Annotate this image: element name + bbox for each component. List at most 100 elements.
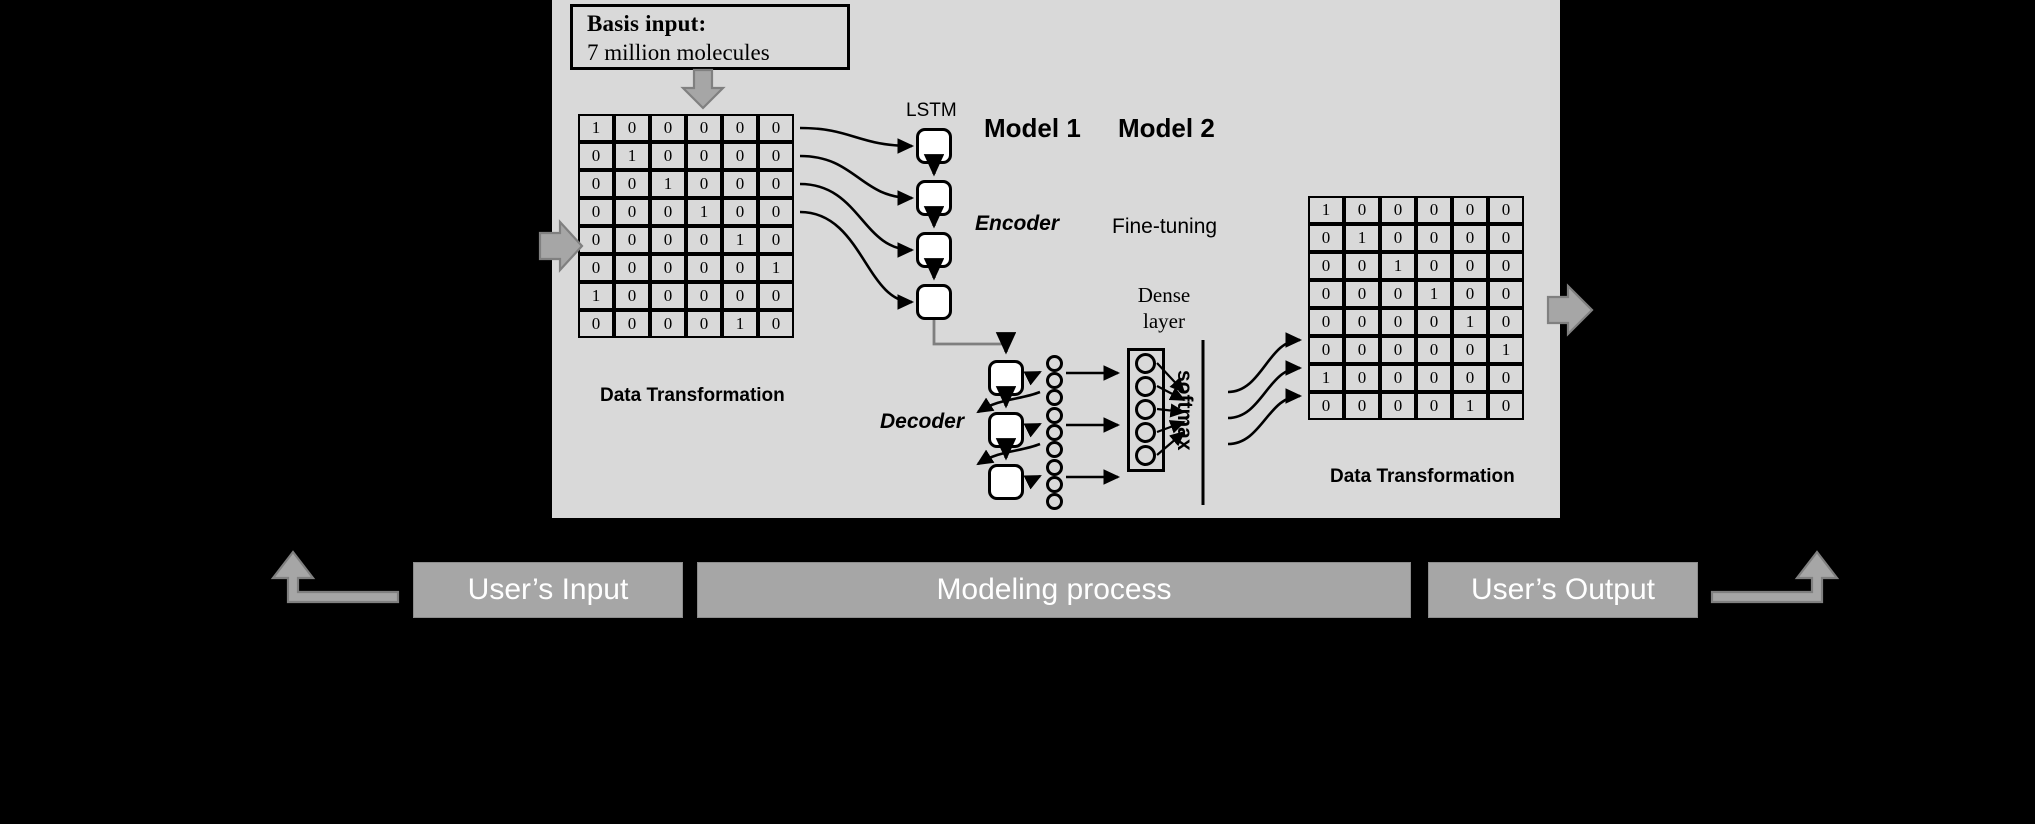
output-matrix-cell-r7-c5: 0 — [1452, 364, 1488, 392]
softmax-label: softmax — [1173, 370, 1196, 451]
input-matrix-cell-r5-c6: 0 — [758, 226, 794, 254]
input-matrix-cell-r4-c6: 0 — [758, 198, 794, 226]
input-matrix-cell-r5-c1: 0 — [578, 226, 614, 254]
users-output-label: User’s Output — [1471, 573, 1655, 606]
dense-node-3 — [1135, 399, 1156, 420]
encoder-lstm-cell-4 — [916, 284, 952, 320]
output-matrix-cell-r2-c2: 1 — [1344, 224, 1380, 252]
encoder-lstm-cell-2 — [916, 180, 952, 216]
output-matrix-cell-r7-c2: 0 — [1344, 364, 1380, 392]
output-matrix-cell-r8-c3: 0 — [1380, 392, 1416, 420]
dense-node-4 — [1135, 422, 1156, 443]
input-matrix-cell-r5-c4: 0 — [686, 226, 722, 254]
output-matrix-cell-r4-c2: 0 — [1344, 280, 1380, 308]
input-matrix-cell-r1-c1: 1 — [578, 114, 614, 142]
input-matrix-cell-r7-c1: 1 — [578, 282, 614, 310]
output-matrix-cell-r4-c3: 0 — [1380, 280, 1416, 308]
input-matrix-cell-r1-c2: 0 — [614, 114, 650, 142]
output-matrix-cell-r5-c1: 0 — [1308, 308, 1344, 336]
input-matrix-cell-r8-c1: 0 — [578, 310, 614, 338]
output-matrix-cell-r5-c3: 0 — [1380, 308, 1416, 336]
dense-label-line1: Dense — [1137, 283, 1191, 307]
output-matrix-cell-r4-c4: 1 — [1416, 280, 1452, 308]
output-matrix-cell-r3-c3: 1 — [1380, 252, 1416, 280]
input-matrix-cell-r2-c4: 0 — [686, 142, 722, 170]
input-matrix-cell-r2-c5: 0 — [722, 142, 758, 170]
input-matrix-cell-r5-c3: 0 — [650, 226, 686, 254]
output-matrix-cell-r3-c4: 0 — [1416, 252, 1452, 280]
dense-label-line2: layer — [1143, 309, 1185, 333]
input-matrix-cell-r8-c3: 0 — [650, 310, 686, 338]
users-input-bar[interactable]: User’s Input — [413, 562, 683, 618]
output-matrix-cell-r2-c4: 0 — [1416, 224, 1452, 252]
encoder-lstm-cell-3 — [916, 232, 952, 268]
output-matrix-cell-r2-c3: 0 — [1380, 224, 1416, 252]
basis-input-title: Basis input: — [587, 11, 707, 36]
input-matrix-cell-r7-c4: 0 — [686, 282, 722, 310]
input-matrix-cell-r7-c3: 0 — [650, 282, 686, 310]
input-matrix-cell-r8-c2: 0 — [614, 310, 650, 338]
decoder-output-node-2b — [1046, 424, 1063, 441]
return-right-elbow-arrow-up-icon — [1710, 550, 1840, 604]
output-matrix-cell-r6-c6: 1 — [1488, 336, 1524, 364]
lstm-label: LSTM — [906, 100, 957, 121]
input-matrix-cell-r3-c1: 0 — [578, 170, 614, 198]
output-matrix-cell-r1-c3: 0 — [1380, 196, 1416, 224]
decoder-output-node-3b — [1046, 476, 1063, 493]
output-matrix-cell-r7-c1: 1 — [1308, 364, 1344, 392]
basis-input-subtitle: 7 million molecules — [587, 40, 770, 65]
output-matrix-cell-r3-c2: 0 — [1344, 252, 1380, 280]
output-matrix-cell-r3-c6: 0 — [1488, 252, 1524, 280]
decoder-output-node-1c — [1046, 389, 1063, 406]
model2-box — [0, 412, 130, 824]
output-matrix-cell-r3-c5: 0 — [1452, 252, 1488, 280]
output-matrix: 1000000100000010000001000000100000011000… — [1308, 196, 1524, 420]
input-matrix-cell-r7-c6: 0 — [758, 282, 794, 310]
modeling-process-bar[interactable]: Modeling process — [697, 562, 1411, 618]
output-matrix-cell-r3-c1: 0 — [1308, 252, 1344, 280]
output-matrix-cell-r1-c2: 0 — [1344, 196, 1380, 224]
output-matrix-cell-r8-c4: 0 — [1416, 392, 1452, 420]
input-matrix-cell-r4-c5: 0 — [722, 198, 758, 226]
input-matrix-cell-r1-c6: 0 — [758, 114, 794, 142]
fine-tuning-label: Fine-tuning — [1112, 215, 1218, 238]
input-matrix-cell-r6-c2: 0 — [614, 254, 650, 282]
output-matrix-cell-r8-c5: 1 — [1452, 392, 1488, 420]
input-matrix-cell-r2-c1: 0 — [578, 142, 614, 170]
input-matrix-cell-r5-c5: 1 — [722, 226, 758, 254]
output-matrix-cell-r5-c2: 0 — [1344, 308, 1380, 336]
input-matrix-cell-r7-c2: 0 — [614, 282, 650, 310]
output-data-transformation-label: Data Transformation — [1330, 466, 1515, 487]
output-matrix-cell-r1-c5: 0 — [1452, 196, 1488, 224]
output-matrix-cell-r8-c6: 0 — [1488, 392, 1524, 420]
input-matrix-cell-r6-c3: 0 — [650, 254, 686, 282]
input-matrix-cell-r4-c1: 0 — [578, 198, 614, 226]
model2-title: Model 2 — [1118, 113, 1215, 143]
input-matrix-cell-r2-c2: 1 — [614, 142, 650, 170]
basis-input-box: Basis input: 7 million molecules — [570, 4, 850, 70]
output-matrix-cell-r5-c4: 0 — [1416, 308, 1452, 336]
output-matrix-cell-r6-c4: 0 — [1416, 336, 1452, 364]
input-matrix: 1000000100000010000001000000100000011000… — [578, 114, 794, 338]
input-matrix-cell-r1-c4: 0 — [686, 114, 722, 142]
encoder-label: Encoder — [975, 212, 1060, 235]
output-matrix-cell-r5-c6: 0 — [1488, 308, 1524, 336]
output-matrix-cell-r2-c5: 0 — [1452, 224, 1488, 252]
output-matrix-cell-r5-c5: 1 — [1452, 308, 1488, 336]
input-matrix-cell-r4-c3: 0 — [650, 198, 686, 226]
input-matrix-cell-r1-c5: 0 — [722, 114, 758, 142]
output-matrix-cell-r6-c5: 0 — [1452, 336, 1488, 364]
decoder-lstm-cell-1 — [988, 360, 1024, 396]
modeling-process-label: Modeling process — [936, 573, 1172, 606]
dense-node-1 — [1135, 353, 1156, 374]
decoder-output-node-3a — [1046, 459, 1063, 476]
users-output-bar[interactable]: User’s Output — [1428, 562, 1698, 618]
output-matrix-cell-r2-c1: 0 — [1308, 224, 1344, 252]
dense-node-5 — [1135, 445, 1156, 466]
diagram-canvas: Basis input: 7 million molecules Model 1… — [0, 0, 2035, 637]
decoder-output-node-2a — [1046, 407, 1063, 424]
input-matrix-cell-r8-c4: 0 — [686, 310, 722, 338]
input-matrix-cell-r3-c4: 0 — [686, 170, 722, 198]
output-matrix-cell-r1-c4: 0 — [1416, 196, 1452, 224]
decoder-output-node-1b — [1046, 372, 1063, 389]
